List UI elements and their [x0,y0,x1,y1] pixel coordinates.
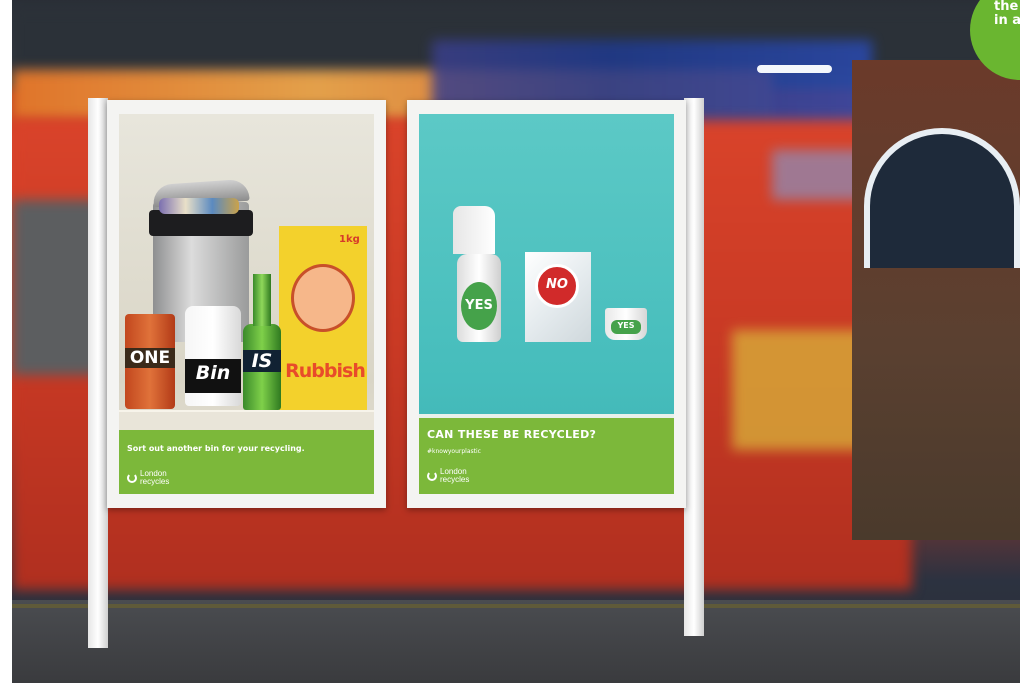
poster-right: YES NO YES CAN THESE BE RECYCLED? #knowy… [419,114,674,494]
sign-post-left [88,98,108,648]
ceiling-light [757,65,832,73]
photo-scene: 1kg Rubbish Bin ONE IS Sort out another … [12,0,1020,683]
recycle-arrow-icon [127,473,137,483]
rubbish-pile [159,198,239,214]
badge-line2: in a [994,13,1020,28]
word-yes-pot: YES [617,321,635,330]
poster-frame-right: YES NO YES CAN THESE BE RECYCLED? #knowy… [407,100,686,508]
word-no: NO [546,277,568,292]
platform [12,600,1020,683]
poster-left: 1kg Rubbish Bin ONE IS Sort out another … [119,114,374,494]
badge-line1: the [994,0,1019,14]
recycle-arrow-icon [427,471,437,481]
weight-label: 1kg [339,234,360,245]
word-yes-bottle: YES [465,298,493,313]
logo-line2: recycles [140,477,170,486]
word-is: IS [243,350,281,372]
london-recycles-logo: London recycles [127,470,169,486]
london-recycles-logo: London recycles [427,468,469,484]
shelf [119,410,374,432]
spray-trigger [453,206,495,254]
platform-edge-line [12,604,1020,608]
poster-frame-left: 1kg Rubbish Bin ONE IS Sort out another … [107,100,386,508]
word-bin: Bin [195,362,231,384]
poster-right-headline: CAN THESE BE RECYCLED? [427,428,597,441]
word-rubbish: Rubbish [285,360,366,382]
bottle-neck [253,274,271,326]
sign-post-right [684,98,704,636]
word-one: ONE [125,348,175,368]
poster-right-band: CAN THESE BE RECYCLED? #knowyourplastic … [419,418,674,494]
logo-line2: recycles [440,475,470,484]
poster-left-caption: Sort out another bin for your recycling. [127,444,305,453]
poster-left-band: Sort out another bin for your recycling.… [119,430,374,494]
cereal-box-face [291,264,355,332]
poster-right-hashtag: #knowyourplastic [427,448,481,455]
